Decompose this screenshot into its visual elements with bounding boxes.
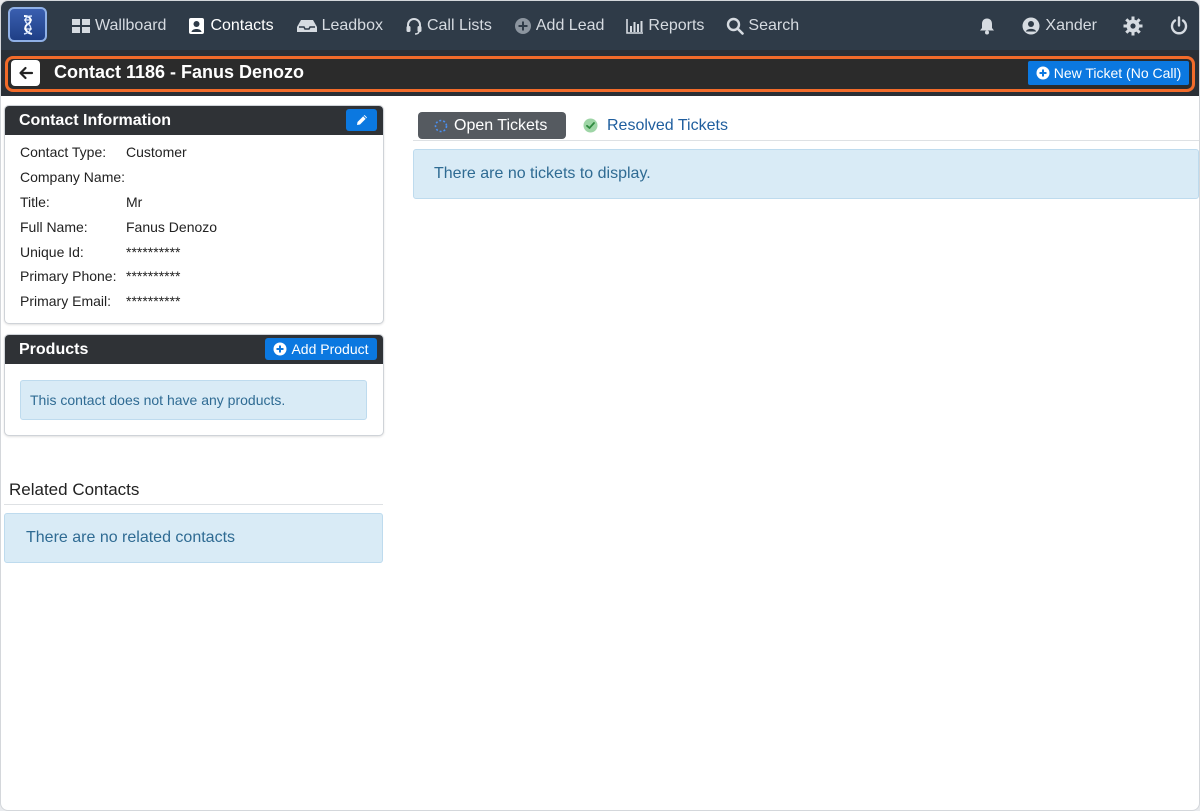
info-row-company-name: Company Name: xyxy=(5,165,383,190)
app-window: Wallboard Contacts Leadbox Call Lists Ad… xyxy=(0,0,1200,811)
plus-circle-icon xyxy=(273,342,287,356)
add-product-label: Add Product xyxy=(291,341,369,357)
info-label: Primary Email: xyxy=(20,293,112,310)
info-label: Title: xyxy=(20,193,50,210)
nav-item-search[interactable]: Search xyxy=(726,17,799,35)
info-row-unique-id: Unique Id: ********** xyxy=(5,239,383,264)
new-ticket-button[interactable]: New Ticket (No Call) xyxy=(1028,61,1189,85)
search-icon xyxy=(727,17,745,35)
panel-title: Contact Information xyxy=(19,111,171,129)
tickets-empty-message: There are no tickets to display. xyxy=(434,165,651,182)
notifications-button[interactable] xyxy=(978,17,996,35)
info-label: Contact Type: xyxy=(20,144,107,161)
contact-information-panel: Contact Information Contact Type: Custom… xyxy=(4,105,384,324)
tab-label: Resolved Tickets xyxy=(607,116,728,134)
spinner-icon xyxy=(434,119,448,132)
user-name: Xander xyxy=(1045,16,1097,34)
nav-item-call-lists[interactable]: Call Lists xyxy=(405,17,492,35)
page-title: Contact 1186 - Fanus Denozo xyxy=(54,62,305,82)
products-empty-alert: This contact does not have any products. xyxy=(20,380,367,420)
info-row-title: Title: Mr xyxy=(5,190,383,215)
info-label: Unique Id: xyxy=(20,243,84,260)
gear-icon xyxy=(1123,16,1143,35)
arrow-left-icon xyxy=(18,66,33,80)
nav-item-contacts[interactable]: Contacts xyxy=(188,16,274,35)
nav-item-wallboard[interactable]: Wallboard xyxy=(71,17,166,35)
tab-resolved-tickets[interactable]: Resolved Tickets xyxy=(583,112,728,139)
panel-header: Contact Information xyxy=(5,106,383,135)
bar-chart-icon xyxy=(626,18,644,34)
info-label: Full Name: xyxy=(20,218,88,235)
divider xyxy=(4,504,383,505)
related-contacts-title: Related Contacts xyxy=(9,480,140,499)
check-circle-icon xyxy=(583,118,598,133)
user-icon xyxy=(1022,17,1040,34)
nav-label: Search xyxy=(748,16,800,34)
info-row-contact-type: Contact Type: Customer xyxy=(5,140,383,165)
contact-info-list: Contact Type: Customer Company Name: Tit… xyxy=(5,135,383,314)
nav-label: Contacts xyxy=(210,16,274,34)
info-label: Company Name: xyxy=(20,169,126,186)
logout-button[interactable] xyxy=(1169,15,1189,36)
nav-menu: Wallboard Contacts Leadbox Call Lists Ad… xyxy=(71,1,821,50)
info-value: Fanus Denozo xyxy=(126,218,218,235)
tab-open-tickets[interactable]: Open Tickets xyxy=(418,112,566,139)
nav-item-reports[interactable]: Reports xyxy=(626,17,704,35)
nav-item-add-lead[interactable]: Add Lead xyxy=(514,16,605,35)
nav-label: Reports xyxy=(648,16,705,34)
user-menu[interactable]: Xander xyxy=(1022,17,1097,35)
app-logo[interactable] xyxy=(8,7,47,42)
products-panel: Products Add Product This contact does n… xyxy=(4,334,384,436)
related-contacts-empty-alert: There are no related contacts xyxy=(4,513,383,563)
info-row-full-name: Full Name: Fanus Denozo xyxy=(5,214,383,239)
plus-circle-icon xyxy=(1036,66,1050,80)
panel-header: Products Add Product xyxy=(5,335,383,364)
contact-card-icon xyxy=(189,17,205,34)
bell-icon xyxy=(980,18,995,34)
top-navbar: Wallboard Contacts Leadbox Call Lists Ad… xyxy=(1,1,1199,50)
add-product-button[interactable]: Add Product xyxy=(265,338,377,360)
nav-label: Add Lead xyxy=(535,16,605,34)
pencil-icon xyxy=(356,115,367,125)
info-row-primary-email: Primary Email: ********** xyxy=(5,289,383,314)
tab-label: Open Tickets xyxy=(454,116,548,134)
info-value: ********** xyxy=(126,268,181,285)
products-empty-message: This contact does not have any products. xyxy=(30,392,286,408)
tabs-divider xyxy=(413,140,1199,141)
info-row-primary-phone: Primary Phone: ********** xyxy=(5,264,383,289)
panel-title: Products xyxy=(19,340,89,358)
info-value: Mr xyxy=(126,193,143,210)
info-value: ********** xyxy=(126,243,181,260)
logo-icon xyxy=(23,14,32,35)
info-value: ********** xyxy=(126,293,181,310)
inbox-icon xyxy=(296,19,317,32)
nav-label: Wallboard xyxy=(95,16,167,34)
info-label: Primary Phone: xyxy=(20,268,117,285)
grid-icon xyxy=(72,18,90,33)
nav-item-leadbox[interactable]: Leadbox xyxy=(296,17,383,35)
edit-contact-button[interactable] xyxy=(346,109,377,131)
related-empty-message: There are no related contacts xyxy=(26,529,236,546)
nav-label: Leadbox xyxy=(321,16,383,34)
back-button[interactable] xyxy=(11,60,40,86)
headset-icon xyxy=(406,17,422,35)
nav-right: Xander xyxy=(952,1,1189,50)
plus-circle-icon xyxy=(514,17,531,34)
info-value: Customer xyxy=(126,144,187,161)
new-ticket-label: New Ticket (No Call) xyxy=(1053,65,1182,81)
nav-label: Call Lists xyxy=(426,16,492,34)
power-icon xyxy=(1170,15,1188,34)
tickets-empty-alert: There are no tickets to display. xyxy=(413,149,1199,199)
settings-button[interactable] xyxy=(1123,16,1143,36)
